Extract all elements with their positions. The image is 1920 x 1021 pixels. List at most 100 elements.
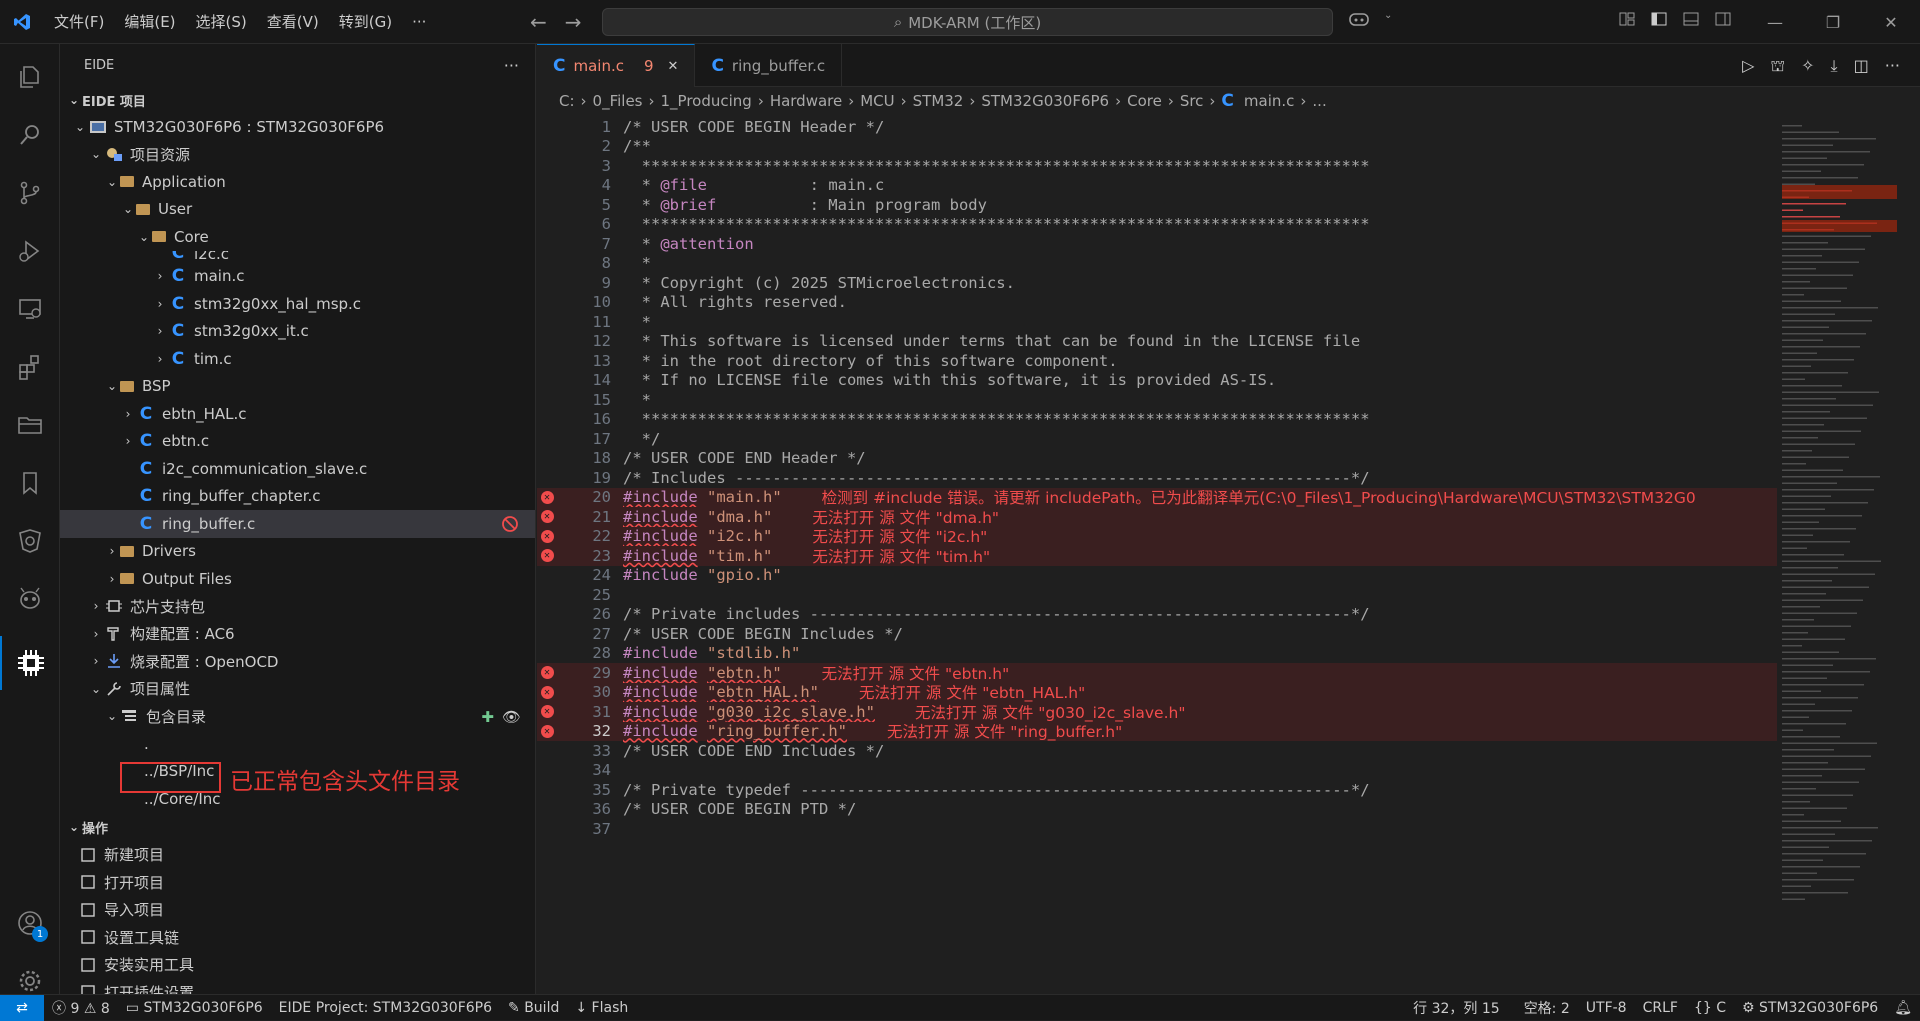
code-view[interactable]: 1/* USER CODE BEGIN Header */2/** 3 *****… — [537, 115, 1777, 995]
minimap[interactable] — [1782, 115, 1902, 995]
tree-item[interactable]: Ci2c.c — [60, 251, 535, 263]
tree-item[interactable]: ⌄ 项目资源 — [60, 141, 535, 169]
account-icon[interactable]: 1 — [0, 896, 60, 950]
code-line[interactable]: 37 — [537, 819, 1777, 839]
code-line[interactable]: 28 #include "stdlib.h" — [537, 644, 1777, 664]
error-icon[interactable]: ✕ — [540, 724, 554, 738]
tree-item[interactable]: › Cstm32g0xx_it.c — [60, 318, 535, 346]
tree-item[interactable]: › 芯片支持包 — [60, 593, 535, 621]
code-line[interactable]: 6 **************************************… — [537, 215, 1777, 235]
bell-icon[interactable]: 🔔︎ — [1886, 1000, 1920, 1016]
code-line[interactable]: 24 #include "gpio.h" — [537, 566, 1777, 586]
tree-item[interactable]: ⌄ User — [60, 196, 535, 224]
build-icon[interactable]: ⛫ — [1770, 56, 1785, 77]
error-icon[interactable]: ✕ — [540, 705, 554, 719]
minimize-icon[interactable]: — — [1746, 0, 1804, 44]
forward-arrow-icon[interactable]: → — [565, 10, 582, 34]
source-control-icon[interactable] — [0, 166, 60, 220]
error-icon[interactable]: ✕ — [540, 529, 554, 543]
more-actions-icon[interactable]: ··· — [1885, 56, 1900, 77]
line-ending[interactable]: CRLF — [1635, 1000, 1686, 1016]
code-line[interactable]: 4 * @file : main.c — [537, 176, 1777, 196]
code-line[interactable]: 36 /* USER CODE BEGIN PTD */ — [537, 800, 1777, 820]
code-line[interactable]: 9 * Copyright (c) 2025 STMicroelectronic… — [537, 273, 1777, 293]
code-line[interactable]: 12 * This software is licensed under ter… — [537, 332, 1777, 352]
code-line[interactable]: 26 /* Private includes ------------------… — [537, 605, 1777, 625]
code-line[interactable]: 35 /* Private typedef -------------------… — [537, 780, 1777, 800]
extensions-icon[interactable] — [0, 340, 60, 394]
code-line[interactable]: 15 * — [537, 390, 1777, 410]
menu-item[interactable]: 查看(V) — [257, 0, 329, 44]
flash-button[interactable]: ↓ Flash — [567, 1000, 636, 1016]
breadcrumb-item[interactable]: 1_Producing — [661, 92, 752, 110]
breadcrumb-item[interactable]: Hardware — [770, 92, 842, 110]
error-icon[interactable]: ✕ — [540, 549, 554, 563]
code-line[interactable]: 7 * @attention — [537, 234, 1777, 254]
more-actions-icon[interactable]: ··· — [504, 56, 519, 75]
code-line[interactable]: 16 *************************************… — [537, 410, 1777, 430]
tree-item[interactable]: › Output Files — [60, 565, 535, 593]
action-item[interactable]: 安装实用工具 — [60, 951, 535, 979]
error-icon[interactable]: ✕ — [540, 666, 554, 680]
build-button[interactable]: ✎ Build — [500, 1000, 567, 1016]
breadcrumb-item[interactable]: Core — [1127, 92, 1162, 110]
download-icon[interactable]: ⤓ — [1831, 56, 1838, 77]
error-icon[interactable]: ✕ — [540, 510, 554, 524]
action-item[interactable]: 设置工具链 — [60, 924, 535, 952]
toggle-secondary-sidebar-icon[interactable] — [1714, 10, 1732, 28]
eide-project-indicator[interactable]: EIDE Project: STM32G030F6P6 — [271, 1000, 500, 1016]
alien-icon[interactable] — [0, 572, 60, 626]
code-line[interactable]: 17 */ — [537, 429, 1777, 449]
eide-icon[interactable] — [0, 636, 60, 690]
close-icon[interactable]: ✕ — [1862, 0, 1920, 44]
code-line[interactable]: 8 * — [537, 254, 1777, 274]
code-line[interactable]: ✕ 31 #include "g030_i2c_slave.h" 无法打开 源 文件 … — [537, 702, 1777, 722]
menu-item[interactable]: 选择(S) — [186, 0, 257, 44]
code-line[interactable]: ✕ 22 #include "i2c.h" 无法打开 源 文件 "i2c.h" — [537, 526, 1777, 546]
tab-ring-buffer-c[interactable]: C ring_buffer.c — [695, 44, 843, 87]
bookmark-icon[interactable] — [0, 456, 60, 510]
code-line[interactable]: 33 /* USER CODE END Includes */ — [537, 741, 1777, 761]
error-icon[interactable]: ✕ — [540, 490, 554, 504]
target-indicator[interactable]: ⚙ STM32G030F6P6 — [1734, 1000, 1886, 1016]
code-line[interactable]: 10 * All rights reserved. — [537, 293, 1777, 313]
clean-icon[interactable]: ✧ — [1801, 56, 1814, 77]
tree-item[interactable]: › Drivers — [60, 538, 535, 566]
tree-item[interactable]: ⌄ BSP — [60, 373, 535, 401]
menu-item[interactable]: 转到(G) — [329, 0, 402, 44]
code-line[interactable]: 3 **************************************… — [537, 156, 1777, 176]
menu-item[interactable]: 编辑(E) — [114, 0, 185, 44]
tree-item[interactable]: › Cebtn_HAL.c — [60, 400, 535, 428]
tree-item[interactable]: Cring_buffer_chapter.c — [60, 483, 535, 511]
breadcrumb-item[interactable]: main.c — [1244, 92, 1295, 110]
code-line[interactable]: ✕ 30 #include "ebtn_HAL.h" 无法打开 源 文件 "ebtn_… — [537, 682, 1777, 702]
back-arrow-icon[interactable]: ← — [530, 10, 547, 34]
tree-item[interactable]: ⌄ Application — [60, 168, 535, 196]
code-line[interactable]: 25 — [537, 585, 1777, 605]
eye-icon[interactable]: 👁︎ — [502, 708, 521, 726]
menu-item[interactable]: 文件(F) — [44, 0, 114, 44]
code-line[interactable]: 1 /* USER CODE BEGIN Header */ — [537, 117, 1777, 137]
restore-icon[interactable]: ❐ — [1804, 0, 1862, 44]
tree-item[interactable]: › Cebtn.c — [60, 428, 535, 456]
error-icon[interactable]: ✕ — [540, 685, 554, 699]
close-icon[interactable]: ✕ — [668, 59, 679, 74]
code-line[interactable]: ✕ 23 #include "tim.h" 无法打开 源 文件 "tim.h" — [537, 546, 1777, 566]
breadcrumb-item[interactable]: STM32G030F6P6 — [981, 92, 1109, 110]
folder-icon[interactable] — [0, 398, 60, 452]
breadcrumb-item[interactable]: C: — [559, 92, 575, 110]
code-line[interactable]: 5 * @brief : Main program body — [537, 195, 1777, 215]
tree-item[interactable]: ⌄ Core — [60, 223, 535, 251]
chip-tree-icon[interactable] — [0, 514, 60, 568]
code-line[interactable]: 14 * If no LICENSE file comes with this … — [537, 371, 1777, 391]
menu-item[interactable]: ··· — [402, 0, 436, 44]
add-icon[interactable]: ✚ — [481, 708, 494, 726]
code-line[interactable]: ✕ 29 #include "ebtn.h" 无法打开 源 文件 "ebtn.h" — [537, 663, 1777, 683]
tree-item[interactable]: › Cstm32g0xx_hal_msp.c — [60, 290, 535, 318]
remote-explorer-icon[interactable] — [0, 282, 60, 336]
toggle-sidebar-icon[interactable] — [1650, 10, 1668, 28]
problems-indicator[interactable]: ⓧ 9 ⚠ 8 — [44, 998, 118, 1018]
code-line[interactable]: 34 — [537, 761, 1777, 781]
remote-icon[interactable]: ⇄ — [0, 994, 44, 1021]
customize-layout-icon[interactable] — [1618, 10, 1636, 28]
